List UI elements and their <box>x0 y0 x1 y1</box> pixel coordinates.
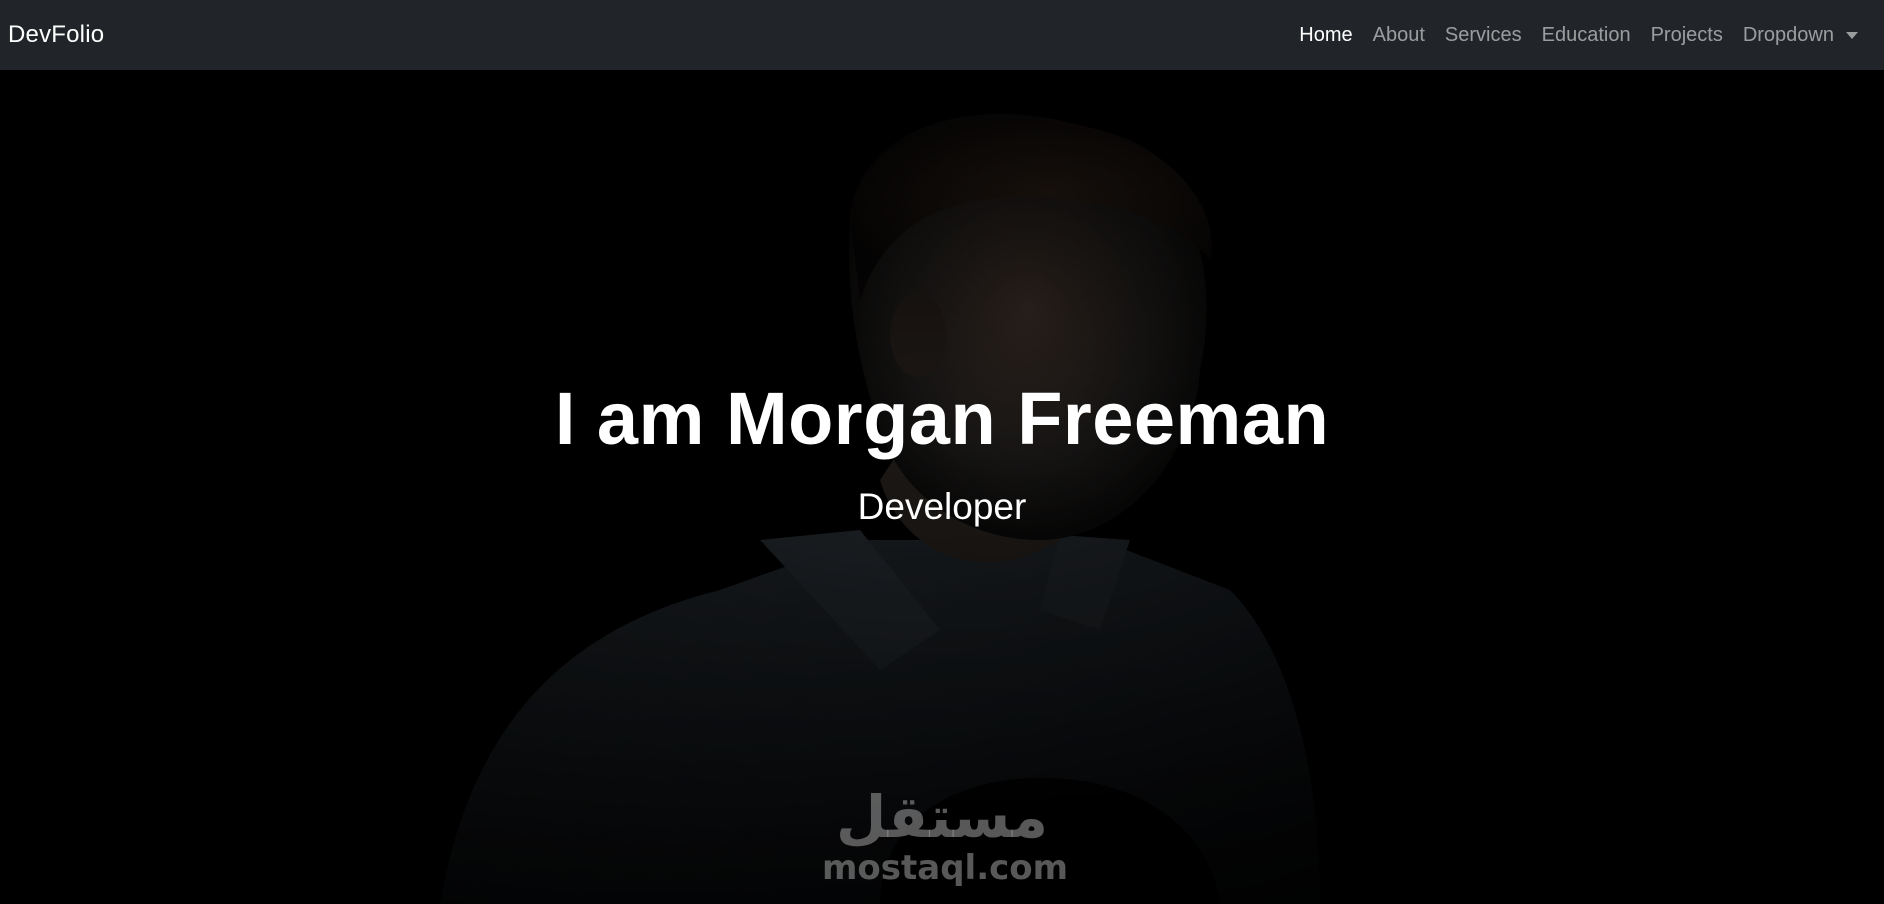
nav-link-projects[interactable]: Projects <box>1641 24 1733 47</box>
hero-subtitle: Developer <box>857 486 1027 527</box>
nav-dropdown-label: Dropdown <box>1742 23 1834 46</box>
top-navbar: DevFolio Home About Services Education P… <box>0 0 1884 70</box>
hero-section: I am Morgan Freeman Developer مستقل most… <box>0 70 1884 904</box>
hero-content: I am Morgan Freeman Developer <box>0 70 1884 904</box>
brand-link[interactable]: DevFolio <box>8 21 104 49</box>
watermark: مستقل mostaql.com <box>822 783 1069 888</box>
watermark-arabic-logo: مستقل <box>835 783 1049 851</box>
nav-link-services[interactable]: Services <box>1435 24 1532 47</box>
nav-links: Home About Services Education Projects D… <box>1289 24 1868 47</box>
nav-link-home[interactable]: Home <box>1289 24 1362 47</box>
nav-dropdown-toggle[interactable]: Dropdown <box>1733 24 1868 47</box>
nav-link-education[interactable]: Education <box>1532 24 1641 47</box>
hero-title: I am Morgan Freeman <box>554 377 1330 460</box>
watermark-url: mostaql.com <box>822 848 1069 888</box>
nav-link-about[interactable]: About <box>1363 24 1435 47</box>
chevron-down-icon <box>1846 31 1858 39</box>
